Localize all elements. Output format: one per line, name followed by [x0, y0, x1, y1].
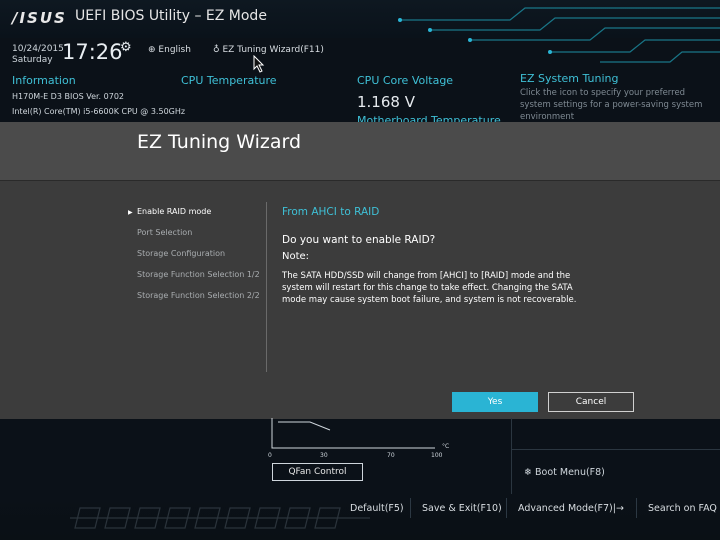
- step-port-selection: Port Selection: [137, 228, 193, 237]
- globe-icon: ⊕: [148, 45, 156, 55]
- fan-tick-100: 100: [431, 452, 443, 459]
- step-enable-raid: Enable RAID mode: [137, 207, 212, 216]
- step-storage-function-1: Storage Function Selection 1/2: [137, 270, 260, 279]
- dialog-divider: [266, 202, 267, 372]
- lightbulb-icon: ♁: [213, 45, 220, 55]
- date-text: 10/24/2015: [12, 44, 64, 54]
- yes-button[interactable]: Yes: [452, 392, 538, 412]
- asus-logo: /ISUS: [12, 9, 67, 27]
- date-display: 10/24/2015 Saturday: [12, 44, 64, 66]
- footer-separator-1: [410, 498, 411, 518]
- dialog-title: EZ Tuning Wizard: [137, 131, 302, 153]
- watermark-decoration: [70, 507, 370, 529]
- cancel-button[interactable]: Cancel: [548, 392, 634, 412]
- save-exit-button[interactable]: Save & Exit(F10): [422, 503, 502, 514]
- step-storage-configuration: Storage Configuration: [137, 249, 226, 258]
- fan-tick-0: 0: [268, 452, 272, 459]
- cpu-info: Intel(R) Core(TM) i5-6600K CPU @ 3.50GHz: [12, 107, 186, 116]
- advanced-mode-button[interactable]: Advanced Mode(F7)|→: [518, 503, 624, 514]
- fan-tick-30: 30: [320, 452, 328, 459]
- dialog-header: [0, 122, 720, 180]
- day-text: Saturday: [12, 55, 53, 65]
- ez-system-tuning-heading: EZ System Tuning: [520, 72, 619, 85]
- wizard-link-label: EZ Tuning Wizard(F11): [222, 45, 324, 55]
- language-selector[interactable]: ⊕ English: [148, 45, 191, 55]
- window-title: UEFI BIOS Utility – EZ Mode: [75, 8, 267, 24]
- mouse-cursor-icon: [253, 55, 265, 73]
- step-storage-function-2: Storage Function Selection 2/2: [137, 291, 260, 300]
- note-label: Note:: [282, 251, 310, 262]
- fan-tick-70: 70: [387, 452, 395, 459]
- fan-curve-graph: [271, 418, 435, 449]
- ez-system-tuning-text: Click the icon to specify your preferred…: [520, 88, 703, 122]
- boot-menu-button[interactable]: ❄ Boot Menu(F8): [524, 467, 605, 478]
- language-label: English: [158, 45, 191, 55]
- footer-separator-3: [636, 498, 637, 518]
- board-info: H170M-E D3 BIOS Ver. 0702: [12, 92, 125, 101]
- gear-icon[interactable]: ⚙: [120, 40, 132, 55]
- footer-separator-2: [506, 498, 507, 518]
- qfan-control-button[interactable]: QFan Control: [272, 463, 363, 481]
- dialog-question: Do you want to enable RAID?: [282, 234, 436, 246]
- right-column-divider: [511, 449, 720, 450]
- dialog-description: The SATA HDD/SSD will change from [AHCI]…: [282, 271, 577, 305]
- fan-unit: °C: [442, 443, 450, 450]
- right-column: [511, 418, 720, 494]
- ez-tuning-wizard-link[interactable]: ♁ EZ Tuning Wizard(F11): [213, 45, 324, 55]
- boot-menu-label: Boot Menu(F8): [535, 467, 605, 478]
- cpu-voltage-value: 1.168 V: [357, 93, 415, 111]
- time-display: 17:26: [62, 40, 123, 64]
- circuit-decoration: [398, 7, 720, 63]
- dialog-subheading: From AHCI to RAID: [282, 206, 380, 218]
- snowflake-icon: ❄: [524, 467, 532, 478]
- search-faq-button[interactable]: Search on FAQ: [648, 503, 717, 514]
- cpu-voltage-heading: CPU Core Voltage: [357, 74, 454, 87]
- cpu-temperature-heading: CPU Temperature: [181, 74, 277, 87]
- current-step-arrow-icon: ▶: [128, 209, 133, 216]
- information-heading: Information: [12, 74, 76, 87]
- default-button[interactable]: Default(F5): [350, 503, 404, 514]
